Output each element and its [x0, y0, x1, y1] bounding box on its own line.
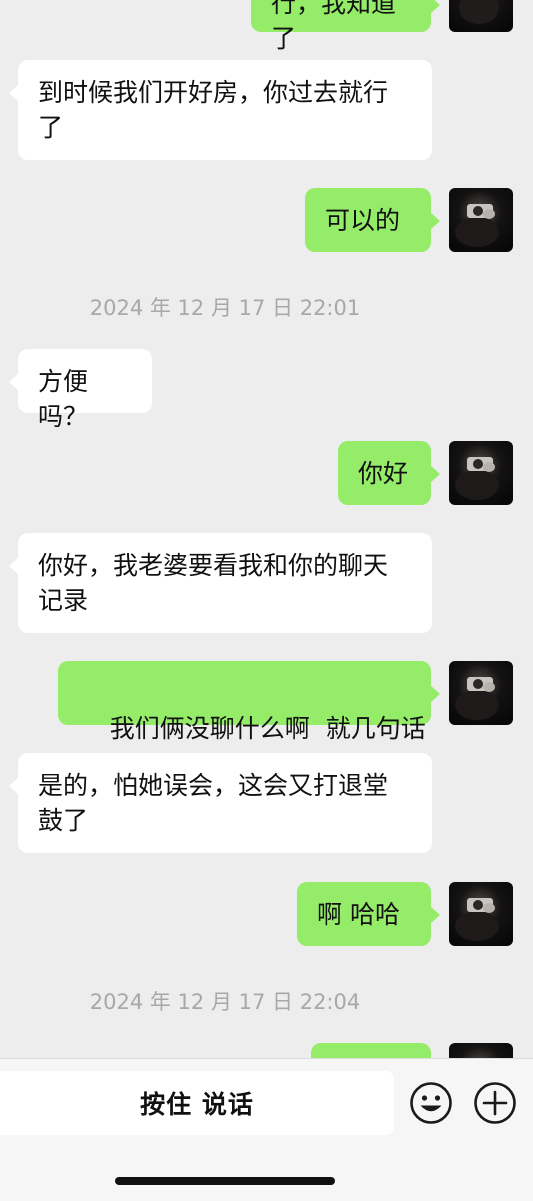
user-avatar[interactable]: [449, 661, 513, 725]
home-indicator[interactable]: [115, 1177, 335, 1185]
plus-circle-icon[interactable]: [473, 1081, 517, 1125]
message-text: 你好，我老婆要看我和你的聊天记录: [38, 551, 389, 615]
hold-to-talk-label: 按住 说话: [140, 1090, 254, 1119]
user-avatar[interactable]: [449, 1043, 513, 1058]
message-text: 可以的: [325, 206, 401, 235]
message-bubble-outgoing[interactable]: 啊 哈哈: [297, 882, 440, 946]
message-bubble-incoming[interactable]: 是的，怕她误会，这会又打退堂鼓了: [9, 753, 432, 853]
user-avatar[interactable]: [449, 882, 513, 946]
message-bubble-incoming[interactable]: 你好，我老婆要看我和你的聊天记录: [9, 533, 432, 633]
message-text: 你好: [358, 459, 409, 488]
message-bubble-outgoing[interactable]: 你好: [338, 441, 440, 505]
user-avatar[interactable]: [449, 188, 513, 252]
message-bubble-outgoing[interactable]: 可以的: [305, 188, 440, 252]
message-bubble-incoming[interactable]: 到时候我们开好房，你过去就行了: [9, 60, 432, 160]
message-text: 行，我知道了: [271, 0, 397, 53]
user-avatar[interactable]: [449, 441, 513, 505]
message-text: 啊 哈哈: [317, 900, 400, 929]
message-bubble-incoming[interactable]: 方便吗？: [9, 349, 152, 431]
message-text: 我们俩没聊什么啊 就几句话: [109, 714, 426, 743]
chat-input-bar: 按住 说话: [0, 1058, 533, 1201]
message-text: 到时候我们开好房，你过去就行了: [38, 78, 389, 142]
message-bubble-outgoing[interactable]: 我们俩没聊什么啊 就几句话: [58, 661, 440, 743]
message-text: 是的，怕她误会，这会又打退堂鼓了: [38, 771, 389, 835]
chat-message-list[interactable]: 行，我知道了 到时候我们开好房，你过去就行了 可以的 2024 年 12 月 1…: [0, 0, 533, 1058]
hold-to-talk-button[interactable]: 按住 说话: [0, 1071, 394, 1135]
message-timestamp: 2024 年 12 月 17 日 22:04: [89, 990, 361, 1014]
message-bubble-outgoing[interactable]: 行，我知道了: [251, 0, 440, 53]
smile-emoji-icon[interactable]: [409, 1081, 453, 1125]
message-timestamp: 2024 年 12 月 17 日 22:01: [89, 296, 361, 320]
message-bubble-outgoing[interactable]: [311, 1043, 431, 1058]
message-text: 方便吗？: [38, 367, 89, 431]
user-avatar[interactable]: [449, 0, 513, 32]
